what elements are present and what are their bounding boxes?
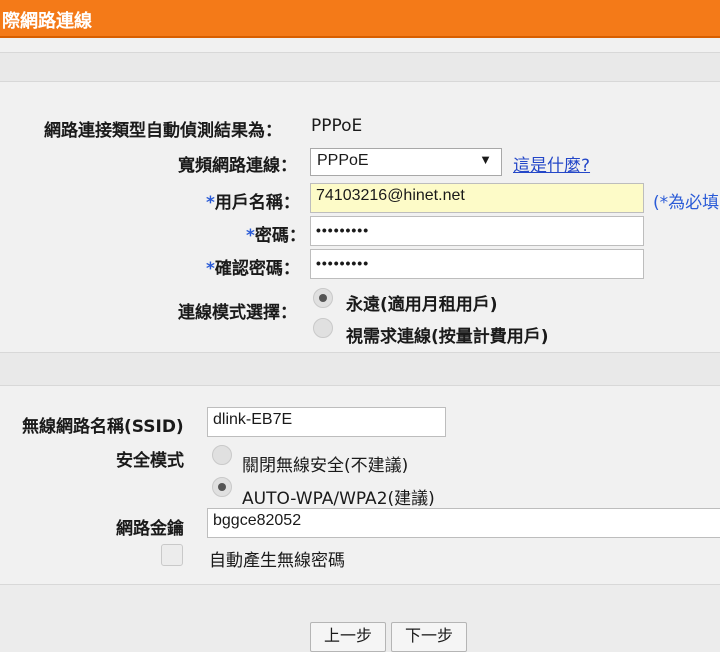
auto-generate-label: 自動產生無線密碼 xyxy=(209,551,345,571)
mode-always-label: 永遠(適用月租用戶) xyxy=(346,295,498,315)
broadband-select-value: PPPoE xyxy=(317,152,369,169)
detect-result-label: 網路連接類型自動偵測結果為： xyxy=(44,121,282,141)
header-bar: 際網路連線 xyxy=(0,0,720,38)
required-marker: * xyxy=(206,259,215,279)
username-label: *用戶名稱： xyxy=(206,193,300,213)
username-input[interactable]: 74103216@hinet.net xyxy=(310,183,644,213)
chevron-down-icon: ▼ xyxy=(479,152,492,167)
mode-on-demand-radio[interactable] xyxy=(313,318,333,338)
section-divider-top xyxy=(0,52,720,82)
detect-result-value: PPPoE xyxy=(311,116,363,136)
ssid-label: 無線網路名稱(SSID) xyxy=(22,417,184,437)
mode-always-radio[interactable] xyxy=(313,288,333,308)
password-input[interactable]: ••••••••• xyxy=(310,216,644,246)
password-label: *密碼： xyxy=(246,226,306,246)
confirm-password-input[interactable]: ••••••••• xyxy=(310,249,644,279)
confirm-password-label: *確認密碼： xyxy=(206,259,300,279)
required-marker: * xyxy=(206,193,215,213)
security-disable-radio[interactable] xyxy=(212,445,232,465)
page-title: 際網路連線 xyxy=(2,11,92,32)
auto-generate-checkbox[interactable] xyxy=(161,544,183,566)
broadband-label: 寬頻網路連線： xyxy=(178,156,297,176)
security-disable-label: 關閉無線安全(不建議) xyxy=(242,456,409,476)
next-button[interactable]: 下一步 xyxy=(391,622,467,652)
connection-mode-label: 連線模式選擇： xyxy=(178,303,297,323)
security-wpa-label: AUTO-WPA/WPA2(建議) xyxy=(242,489,435,509)
section-divider-middle xyxy=(0,352,720,386)
whats-this-link[interactable]: 這是什麼? xyxy=(513,151,590,176)
network-key-label: 網路金鑰 xyxy=(116,519,184,539)
mode-on-demand-label: 視需求連線(按量計費用戶) xyxy=(346,327,549,347)
security-wpa-radio[interactable] xyxy=(212,477,232,497)
security-mode-label: 安全模式 xyxy=(116,451,184,471)
broadband-select[interactable]: PPPoE ▼ xyxy=(310,148,502,176)
ssid-input[interactable]: dlink-EB7E xyxy=(207,407,446,437)
network-key-input[interactable]: bggce82052 xyxy=(207,508,720,538)
prev-button[interactable]: 上一步 xyxy=(310,622,386,652)
required-note: (*為必填 xyxy=(653,193,720,213)
required-marker: * xyxy=(246,226,255,246)
